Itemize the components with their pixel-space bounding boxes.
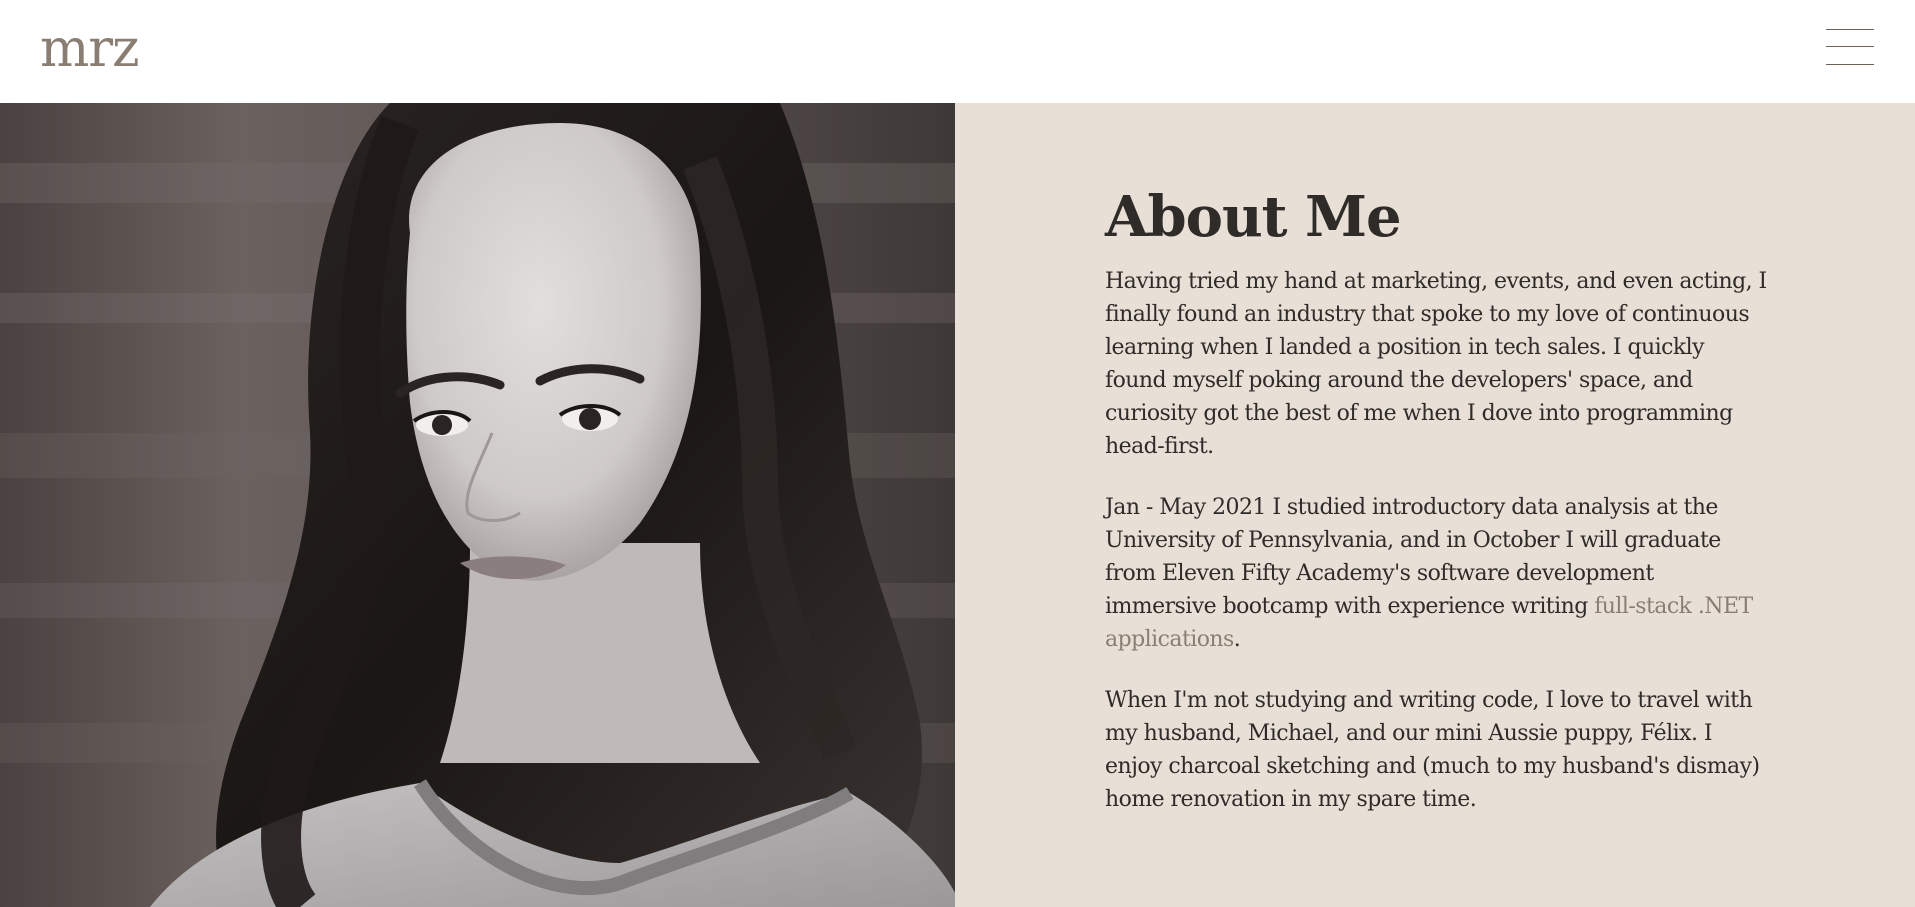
about-section: About Me Having tried my hand at marketi… [955, 103, 1915, 907]
about-paragraph-3: When I'm not studying and writing code, … [1105, 688, 1760, 812]
menu-bar-top [1826, 29, 1874, 30]
about-title: About Me [1105, 184, 1402, 250]
about-paragraph-2: Jan - May 2021 I studied introductory da… [1105, 491, 1770, 656]
portrait-illustration [0, 103, 955, 907]
site-header: mrz [0, 0, 1915, 103]
about-paragraph-1: Having tried my hand at marketing, event… [1105, 269, 1767, 459]
about-content: About Me Having tried my hand at marketi… [1105, 179, 1770, 844]
site-logo[interactable]: mrz [40, 14, 140, 84]
about-paragraph-2-end: . [1233, 627, 1241, 652]
menu-bar-bottom [1826, 64, 1874, 65]
menu-bar-middle [1826, 46, 1874, 47]
portrait-photo [0, 103, 955, 907]
hamburger-menu-icon[interactable] [1826, 28, 1874, 68]
